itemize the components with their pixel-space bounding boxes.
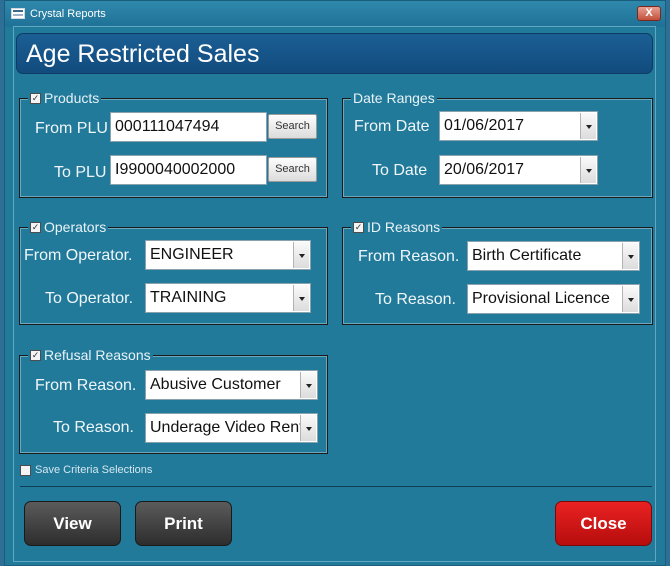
- to-operator-value: TRAINING: [150, 289, 227, 306]
- id-from-reason-label: From Reason.: [358, 248, 460, 265]
- date-ranges-legend: Date Ranges: [351, 90, 437, 106]
- chevron-down-icon[interactable]: [580, 157, 596, 183]
- products-legend-label: Products: [44, 90, 100, 106]
- to-plu-input[interactable]: I9900040002000: [110, 155, 267, 185]
- date-ranges-legend-label: Date Ranges: [353, 90, 435, 106]
- chevron-down-icon[interactable]: [293, 285, 309, 311]
- chevron-down-icon[interactable]: [580, 113, 596, 139]
- from-date-picker[interactable]: 01/06/2017: [439, 111, 598, 141]
- window-close-button[interactable]: X: [637, 6, 661, 21]
- id-to-reason-select[interactable]: Provisional Licence: [467, 284, 640, 314]
- chevron-down-icon[interactable]: [293, 242, 309, 268]
- from-plu-input[interactable]: 000111047494: [110, 112, 267, 142]
- id-from-reason-select[interactable]: Birth Certificate: [467, 241, 640, 271]
- chevron-down-icon[interactable]: [300, 415, 316, 441]
- id-reasons-checkbox[interactable]: ✓: [353, 221, 364, 233]
- view-button[interactable]: View: [24, 501, 121, 546]
- to-operator-select[interactable]: TRAINING: [145, 283, 311, 313]
- operators-legend-label: Operators: [44, 219, 107, 235]
- close-button[interactable]: Close: [555, 501, 652, 546]
- operators-legend: ✓ Operators: [28, 219, 109, 235]
- to-plu-label: To PLU: [54, 164, 107, 181]
- from-operator-label: From Operator.: [24, 247, 133, 264]
- refusal-reasons-checkbox[interactable]: ✓: [30, 349, 41, 361]
- refusal-to-reason-label: To Reason.: [53, 419, 134, 436]
- products-legend: ✓ Products: [28, 90, 102, 106]
- app-icon: [11, 8, 25, 19]
- refusal-to-reason-select[interactable]: Underage Video Rental: [145, 413, 318, 443]
- to-plu-search-button[interactable]: Search: [268, 157, 317, 182]
- products-checkbox[interactable]: ✓: [30, 92, 41, 104]
- id-from-reason-value: Birth Certificate: [472, 247, 582, 264]
- from-date-value: 01/06/2017: [444, 117, 525, 134]
- chevron-down-icon[interactable]: [622, 243, 638, 269]
- print-button[interactable]: Print: [135, 501, 232, 546]
- refusal-reasons-legend-label: Refusal Reasons: [44, 347, 151, 363]
- operators-checkbox[interactable]: ✓: [30, 221, 41, 233]
- id-to-reason-value: Provisional Licence: [472, 290, 610, 307]
- refusal-to-reason-value: Underage Video Rental: [150, 419, 302, 436]
- refusal-from-reason-value: Abusive Customer: [150, 376, 281, 393]
- chevron-down-icon[interactable]: [622, 286, 638, 312]
- to-operator-label: To Operator.: [45, 290, 134, 307]
- from-operator-select[interactable]: ENGINEER: [145, 240, 311, 270]
- id-reasons-legend: ✓ ID Reasons: [351, 219, 443, 235]
- window-title: Crystal Reports: [30, 8, 106, 20]
- save-criteria-row[interactable]: Save Criteria Selections: [20, 464, 152, 476]
- to-date-value: 20/06/2017: [444, 161, 525, 178]
- save-criteria-label: Save Criteria Selections: [35, 464, 153, 476]
- save-criteria-checkbox[interactable]: [20, 464, 31, 476]
- refusal-from-reason-label: From Reason.: [35, 377, 137, 394]
- from-plu-search-button[interactable]: Search: [268, 114, 317, 139]
- refusal-from-reason-select[interactable]: Abusive Customer: [145, 370, 318, 400]
- to-date-label: To Date: [372, 162, 428, 179]
- divider: [20, 486, 652, 487]
- id-to-reason-label: To Reason.: [375, 291, 456, 308]
- from-date-label: From Date: [354, 118, 430, 135]
- from-operator-value: ENGINEER: [150, 246, 234, 263]
- to-date-picker[interactable]: 20/06/2017: [439, 155, 598, 185]
- chevron-down-icon[interactable]: [300, 372, 316, 398]
- id-reasons-legend-label: ID Reasons: [367, 219, 441, 235]
- from-plu-label: From PLU: [35, 120, 108, 137]
- refusal-reasons-legend: ✓ Refusal Reasons: [28, 347, 153, 363]
- title-bar: Crystal Reports X: [5, 1, 665, 27]
- page-title: Age Restricted Sales: [16, 33, 653, 74]
